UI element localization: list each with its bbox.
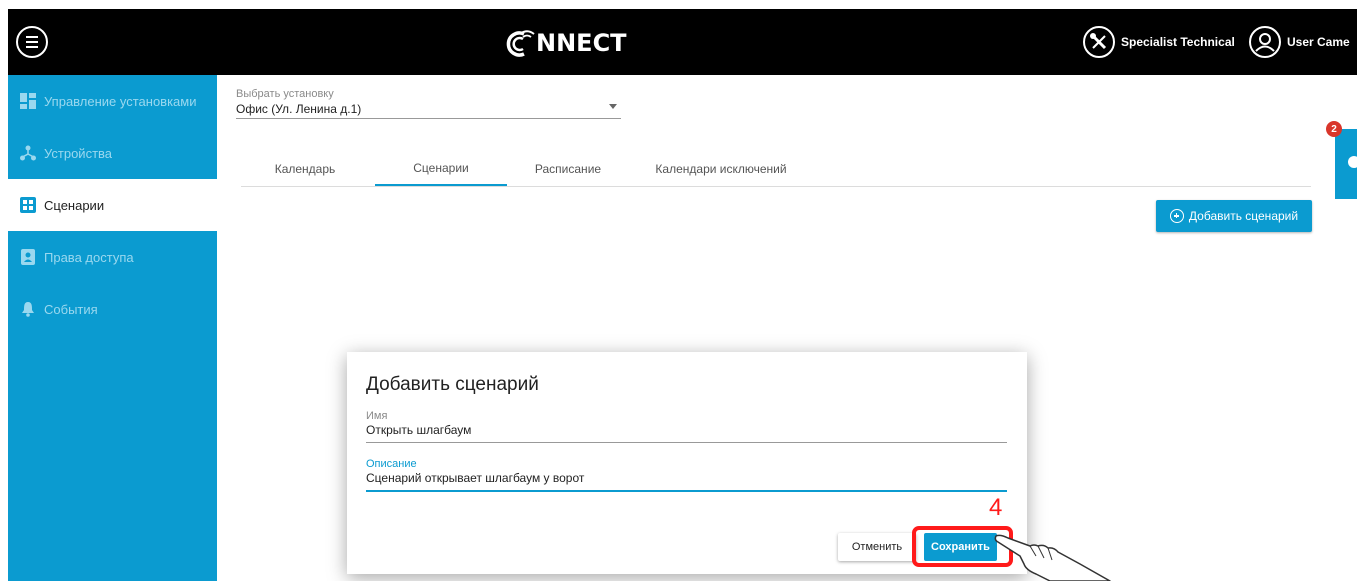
pointing-hand-icon (994, 534, 1111, 581)
tab-label: Календарь (274, 161, 336, 176)
access-rights-icon (20, 249, 36, 265)
tab-schedule[interactable]: Расписание (525, 151, 611, 186)
scenarios-icon (20, 197, 36, 213)
hamburger-menu-icon[interactable] (16, 26, 48, 58)
add-scenario-label: Добавить сценарий (1188, 209, 1299, 223)
sidebar-item-label: Управление установками (44, 93, 197, 109)
sidebar-item-access-rights[interactable]: Права доступа (8, 231, 217, 283)
bell-icon (20, 301, 36, 317)
sidebar-item-devices[interactable]: Устройства (8, 127, 217, 179)
select-underline (236, 118, 621, 119)
sidebar-item-label: Сценарии (44, 197, 105, 213)
sidebar-item-events[interactable]: События (8, 283, 217, 335)
description-field-label: Описание (366, 458, 417, 470)
installation-select[interactable]: Выбрать установку Офис (Ул. Ленина д.1) (236, 88, 621, 119)
name-field-label: Имя (366, 410, 388, 422)
tools-icon (1083, 26, 1115, 58)
description-field-value: Сценарий открывает шлагбаум у ворот (366, 471, 585, 485)
name-field-underline (366, 442, 1007, 443)
name-field-value: Открыть шлагбаум (366, 423, 472, 437)
tab-exception-calendars[interactable]: Календари исключений (643, 151, 799, 186)
tab-scenarios[interactable]: Сценарии (375, 151, 507, 186)
tab-label: Расписание (534, 161, 602, 176)
user-avatar-icon (1249, 26, 1281, 58)
logo-text: NNECT (536, 29, 627, 57)
installation-select-value: Офис (Ул. Ленина д.1) (236, 102, 362, 116)
notification-bell-icon (1348, 156, 1357, 168)
user-menu[interactable]: User Came (1249, 25, 1350, 59)
step-number-annotation: 4 (989, 494, 1003, 521)
installation-select-label: Выбрать установку (236, 88, 334, 100)
sidebar-item-scenarios[interactable]: Сценарии (8, 179, 217, 231)
tab-bar: Календарь Сценарии Расписание Календари … (241, 151, 1311, 187)
connect-logo: NNECT (502, 23, 627, 63)
top-bar: NNECT Specialist Technical User Came (8, 9, 1357, 75)
notifications-tab[interactable] (1335, 129, 1357, 199)
dashboard-icon (20, 93, 36, 109)
notification-count-badge: 2 (1326, 121, 1342, 137)
tab-label: Сценарии (413, 160, 469, 175)
dropdown-arrow-icon (609, 104, 617, 109)
description-field-underline (366, 490, 1007, 492)
cancel-button[interactable]: Отменить (838, 533, 916, 561)
devices-icon (20, 145, 36, 161)
sidebar: Управление установками Устройства Сценар… (8, 75, 217, 581)
name-field[interactable]: Имя Открыть шлагбаум (366, 410, 1007, 443)
description-field[interactable]: Описание Сценарий открывает шлагбаум у в… (366, 458, 1007, 492)
dialog-title: Добавить сценарий (366, 374, 539, 395)
sidebar-item-label: Права доступа (44, 249, 134, 265)
tab-calendar[interactable]: Календарь (241, 151, 369, 186)
app-page: NNECT Specialist Technical User Came Упр… (0, 0, 1357, 581)
sidebar-item-label: События (44, 301, 98, 317)
add-scenario-button[interactable]: Добавить сценарий (1156, 200, 1312, 232)
sidebar-item-installations[interactable]: Управление установками (8, 75, 217, 127)
sidebar-item-label: Устройства (44, 145, 113, 161)
add-circle-icon (1169, 209, 1184, 223)
specialist-menu[interactable]: Specialist Technical (1083, 25, 1235, 59)
tab-label: Календари исключений (655, 161, 787, 176)
logo-mark-icon (506, 30, 535, 57)
specialist-label: Specialist Technical (1121, 35, 1235, 49)
user-label: User Came (1287, 35, 1350, 49)
